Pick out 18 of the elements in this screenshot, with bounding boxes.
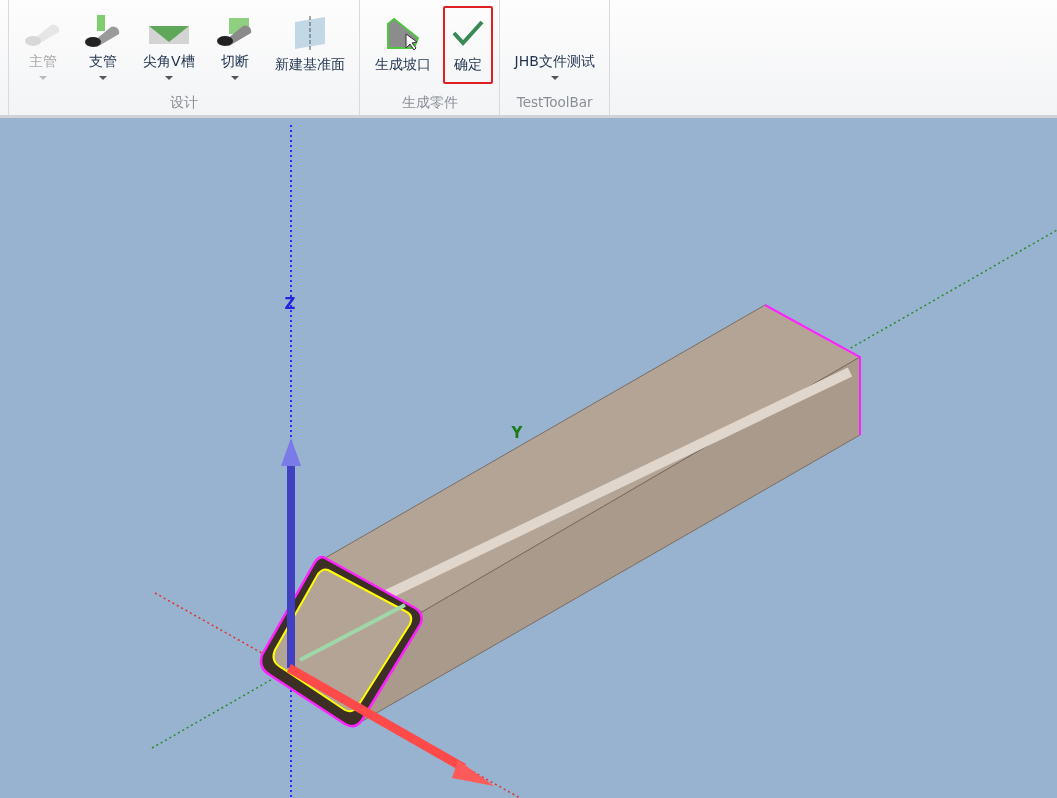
- axis-label: Z: [284, 295, 296, 313]
- group-label: TestToolBar: [515, 93, 594, 112]
- toolbar-button[interactable]: 确定: [442, 6, 493, 84]
- dropdown-arrow-icon: [230, 76, 239, 80]
- toolbar-button[interactable]: 新建基准面: [266, 6, 353, 84]
- group-label: 生成零件: [400, 93, 459, 112]
- group-label: 设计: [168, 93, 199, 112]
- dropdown-arrow-icon: [99, 76, 107, 80]
- toolbar-button[interactable]: JHB文件测试: [506, 6, 603, 84]
- toolbar-button[interactable]: 尖角V槽: [135, 6, 203, 84]
- toolbar-button[interactable]: 支管: [75, 6, 131, 84]
- dropdown-arrow-icon: [550, 76, 559, 80]
- toolbar-button[interactable]: 生成坡口: [366, 6, 439, 84]
- dropdown-arrow-icon: [164, 76, 173, 80]
- checkmark-icon: [450, 19, 485, 47]
- toolbar-button[interactable]: 切断: [206, 6, 263, 84]
- axis-label: Y: [511, 424, 523, 442]
- dropdown-arrow-icon: [39, 76, 47, 80]
